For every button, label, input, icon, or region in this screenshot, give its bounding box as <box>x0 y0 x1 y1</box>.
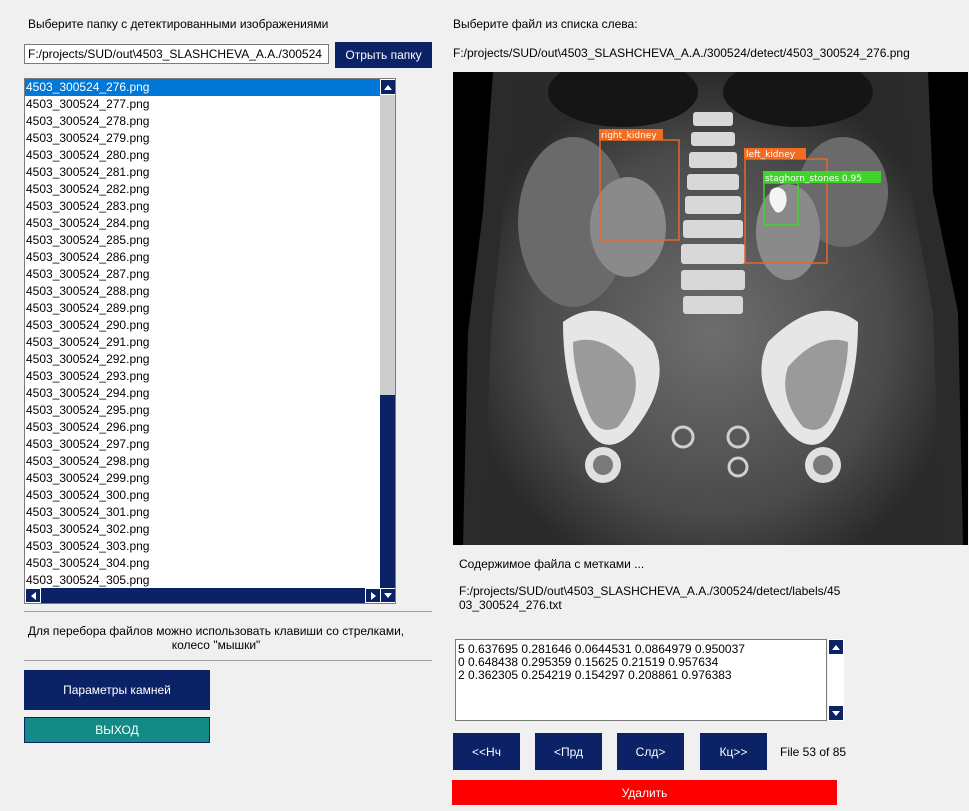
file-list-item[interactable]: 4503_300524_284.png <box>25 215 380 232</box>
file-list-item[interactable]: 4503_300524_279.png <box>25 130 380 147</box>
left-kidney-label: left_kidney <box>746 150 796 160</box>
scroll-left-icon[interactable] <box>25 588 41 603</box>
next-file-button[interactable]: Слд> <box>617 733 684 770</box>
labels-title: Содержимое файла с метками ... <box>459 557 645 571</box>
file-list-item[interactable]: 4503_300524_283.png <box>25 198 380 215</box>
scroll-down-icon[interactable] <box>828 705 844 721</box>
scroll-thumb[interactable] <box>380 95 395 395</box>
file-list-item[interactable]: 4503_300524_278.png <box>25 113 380 130</box>
file-list-item[interactable]: 4503_300524_305.png <box>25 572 380 589</box>
file-list-item[interactable]: 4503_300524_304.png <box>25 555 380 572</box>
delete-button[interactable]: Удалить <box>452 780 837 805</box>
stone-params-button[interactable]: Параметры камней <box>24 670 210 710</box>
staghorn-stone-label: staghorn_stones 0.95 <box>765 174 862 184</box>
scroll-track[interactable] <box>380 395 395 588</box>
file-list-item[interactable]: 4503_300524_290.png <box>25 317 380 334</box>
file-list-item[interactable]: 4503_300524_277.png <box>25 96 380 113</box>
file-select-label: Выберите файл из списка слева: <box>453 17 638 31</box>
file-list-item[interactable]: 4503_300524_301.png <box>25 504 380 521</box>
file-list-vscrollbar[interactable] <box>380 79 395 588</box>
labels-path-text: F:/projects/SUD/out\4503_SLASHCHEVA_A.A.… <box>459 584 841 612</box>
file-list-item[interactable]: 4503_300524_281.png <box>25 164 380 181</box>
file-list-items: 4503_300524_276.png 4503_300524_277.png 45… <box>25 79 380 589</box>
file-list[interactable]: 4503_300524_276.png 4503_300524_277.png 45… <box>24 78 396 604</box>
scroll-down-icon[interactable] <box>380 588 395 603</box>
file-list-item[interactable]: 4503_300524_294.png <box>25 385 380 402</box>
open-folder-button[interactable]: Отрыть папку <box>335 42 432 68</box>
first-file-button[interactable]: <<Нч <box>453 733 520 770</box>
file-list-item[interactable]: 4503_300524_296.png <box>25 419 380 436</box>
file-path-text: F:/projects/SUD/out\4503_SLASHCHEVA_A.A.… <box>453 46 910 60</box>
file-list-item[interactable]: 4503_300524_295.png <box>25 402 380 419</box>
file-list-item[interactable]: 4503_300524_298.png <box>25 453 380 470</box>
scroll-right-icon[interactable] <box>365 588 381 603</box>
file-list-item[interactable]: 4503_300524_293.png <box>25 368 380 385</box>
file-list-item[interactable]: 4503_300524_282.png <box>25 181 380 198</box>
ct-scan-drawing: right_kidney left_kidney staghorn_stones… <box>453 72 968 545</box>
file-list-item[interactable]: 4503_300524_302.png <box>25 521 380 538</box>
file-list-item[interactable]: 4503_300524_286.png <box>25 249 380 266</box>
hint-text: Для перебора файлов можно использовать к… <box>27 624 405 652</box>
folder-label: Выберите папку с детектированными изобра… <box>28 17 329 31</box>
file-list-item[interactable]: 4503_300524_287.png <box>25 266 380 283</box>
exit-button[interactable]: ВЫХОД <box>24 717 210 743</box>
right-kidney-label: right_kidney <box>601 131 657 141</box>
file-list-item[interactable]: 4503_300524_300.png <box>25 487 380 504</box>
file-list-item[interactable]: 4503_300524_276.png <box>25 79 380 96</box>
file-list-item[interactable]: 4503_300524_285.png <box>25 232 380 249</box>
file-list-hscrollbar[interactable] <box>25 588 395 603</box>
folder-path-input[interactable] <box>24 44 329 64</box>
scroll-track[interactable] <box>828 655 844 705</box>
label-line: 2 0.362305 0.254219 0.154297 0.208861 0.… <box>458 668 732 682</box>
scroll-up-icon[interactable] <box>828 639 844 655</box>
file-list-item[interactable]: 4503_300524_288.png <box>25 283 380 300</box>
scroll-up-icon[interactable] <box>380 79 395 95</box>
file-list-item[interactable]: 4503_300524_280.png <box>25 147 380 164</box>
last-file-button[interactable]: Кц>> <box>700 733 767 770</box>
file-list-item[interactable]: 4503_300524_289.png <box>25 300 380 317</box>
divider <box>24 611 432 612</box>
file-list-item[interactable]: 4503_300524_303.png <box>25 538 380 555</box>
file-list-item[interactable]: 4503_300524_299.png <box>25 470 380 487</box>
divider <box>24 660 432 661</box>
labels-content[interactable]: 5 0.637695 0.281646 0.0644531 0.0864979 … <box>455 639 827 721</box>
file-list-item[interactable]: 4503_300524_297.png <box>25 436 380 453</box>
prev-file-button[interactable]: <Прд <box>535 733 602 770</box>
file-list-item[interactable]: 4503_300524_292.png <box>25 351 380 368</box>
file-counter: File 53 of 85 <box>780 745 847 759</box>
labels-vscrollbar[interactable] <box>828 639 844 721</box>
file-list-item[interactable]: 4503_300524_291.png <box>25 334 380 351</box>
ct-scan-image: right_kidney left_kidney staghorn_stones… <box>453 72 968 545</box>
